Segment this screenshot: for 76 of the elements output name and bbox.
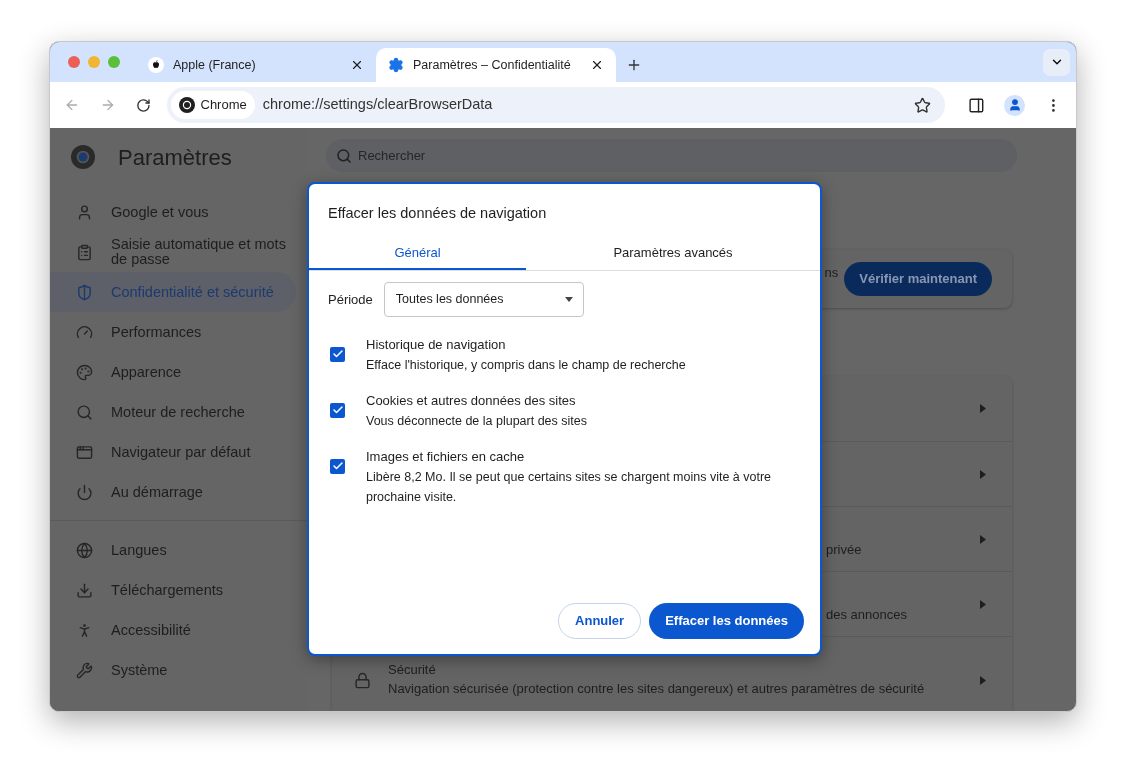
profile-avatar[interactable] bbox=[1004, 94, 1026, 116]
search-icon bbox=[76, 403, 93, 421]
site-chip[interactable]: Chrome bbox=[170, 91, 255, 119]
close-icon[interactable] bbox=[590, 58, 604, 72]
option-description: Vous déconnecte de la plupart des sites bbox=[366, 412, 588, 430]
row-description: Navigation sécurisée (protection contre les sites dangereux) et autres paramètres de sécurité bbox=[388, 680, 926, 698]
sidebar-item[interactable]: Au démarrage bbox=[50, 472, 296, 512]
gauge-icon bbox=[76, 323, 93, 341]
row-text: privée bbox=[826, 541, 862, 560]
reload-icon[interactable] bbox=[135, 97, 151, 113]
sidebar-item[interactable]: Système bbox=[50, 650, 296, 690]
chip-label: Chrome bbox=[200, 96, 247, 115]
sidebar-item[interactable]: Navigateur par défaut bbox=[50, 432, 296, 472]
dialog-title: Effacer les données de navigation bbox=[328, 204, 548, 223]
sidebar-item[interactable]: Google et vous bbox=[50, 192, 296, 232]
new-tab-icon[interactable] bbox=[626, 57, 642, 73]
star-icon[interactable] bbox=[913, 96, 931, 114]
sidebar-item[interactable]: Confidentialité et sécurité bbox=[50, 272, 296, 312]
option-description: Efface l'historique, y compris dans le champ de recherche bbox=[366, 356, 687, 374]
arrow-right-icon[interactable] bbox=[980, 675, 986, 685]
row-text: des annonces bbox=[826, 606, 907, 625]
close-icon[interactable] bbox=[350, 58, 364, 72]
person-icon bbox=[76, 203, 93, 221]
dialog-tab[interactable]: Paramètres avancés bbox=[526, 236, 820, 270]
dropdown-icon bbox=[564, 296, 573, 302]
sidebar-item[interactable]: Saisie automatique et mots de passe bbox=[50, 232, 296, 272]
sidebar-item[interactable]: Moteur de recherche bbox=[50, 392, 296, 432]
card-text: ns bbox=[824, 264, 839, 283]
arrow-right-icon[interactable] bbox=[980, 469, 986, 479]
browser-tab[interactable]: Paramètres – Confidentialité bbox=[376, 48, 616, 82]
shield-icon bbox=[76, 283, 93, 301]
settings-icon bbox=[388, 57, 404, 73]
checkbox[interactable] bbox=[330, 458, 345, 474]
download-icon bbox=[76, 581, 93, 599]
close-window-icon[interactable] bbox=[68, 56, 80, 68]
arrow-right-icon[interactable] bbox=[980, 599, 986, 609]
globe-icon bbox=[76, 541, 93, 559]
apple-icon bbox=[148, 57, 164, 73]
arrow-right-icon[interactable] bbox=[980, 534, 986, 544]
option-title: Images et fichiers en cache bbox=[366, 447, 526, 466]
chrome-logo-icon bbox=[178, 97, 195, 113]
search-placeholder: Rechercher bbox=[358, 146, 426, 165]
arrow-right-icon[interactable] bbox=[980, 404, 986, 413]
sidebar-item[interactable]: Performances bbox=[50, 312, 296, 352]
sidebar-item[interactable]: Téléchargements bbox=[50, 570, 296, 610]
option-title: Cookies et autres données des sites bbox=[366, 391, 577, 410]
option-title: Historique de navigation bbox=[366, 335, 507, 354]
browser-tab[interactable]: Apple (France) bbox=[136, 48, 376, 82]
person-icon bbox=[1007, 98, 1022, 112]
search-icon bbox=[336, 147, 352, 164]
power-icon bbox=[76, 483, 93, 501]
side-panel-icon[interactable] bbox=[967, 96, 985, 114]
option-description: Libère 8,2 Mo. Il se peut que certains sites se chargent moins vite à votre prochaine visite. bbox=[366, 468, 773, 506]
checkbox[interactable] bbox=[330, 346, 345, 362]
sidebar-item[interactable]: Accessibilité bbox=[50, 610, 296, 650]
clipboard-icon bbox=[76, 243, 93, 261]
browser-window-icon bbox=[76, 443, 93, 461]
chrome-logo-icon bbox=[71, 145, 95, 169]
row-title: Sécurité bbox=[388, 661, 437, 679]
checkbox[interactable] bbox=[330, 402, 345, 418]
period-select[interactable]: Toutes les données bbox=[383, 281, 584, 317]
check-now-button[interactable]: Vérifier maintenant bbox=[844, 261, 992, 296]
sidebar-item[interactable]: Apparence bbox=[50, 352, 296, 392]
settings-title: Paramètres bbox=[118, 143, 232, 172]
url-text: chrome://settings/clearBrowserData bbox=[262, 95, 494, 115]
tab-title: Paramètres – Confidentialité bbox=[413, 56, 572, 74]
search-field[interactable]: Rechercher bbox=[326, 139, 1017, 173]
clear-data-button[interactable]: Effacer les données bbox=[649, 603, 804, 639]
palette-icon bbox=[76, 363, 93, 381]
lock-icon bbox=[354, 671, 371, 689]
address-bar[interactable]: Chrome chrome://settings/clearBrowserData bbox=[166, 87, 945, 123]
wrench-icon bbox=[76, 661, 93, 679]
period-label: Période bbox=[328, 290, 373, 309]
sidebar-item[interactable]: Langues bbox=[50, 530, 296, 570]
tab-title: Apple (France) bbox=[173, 56, 257, 74]
dialog-tab[interactable]: Général bbox=[309, 236, 526, 270]
